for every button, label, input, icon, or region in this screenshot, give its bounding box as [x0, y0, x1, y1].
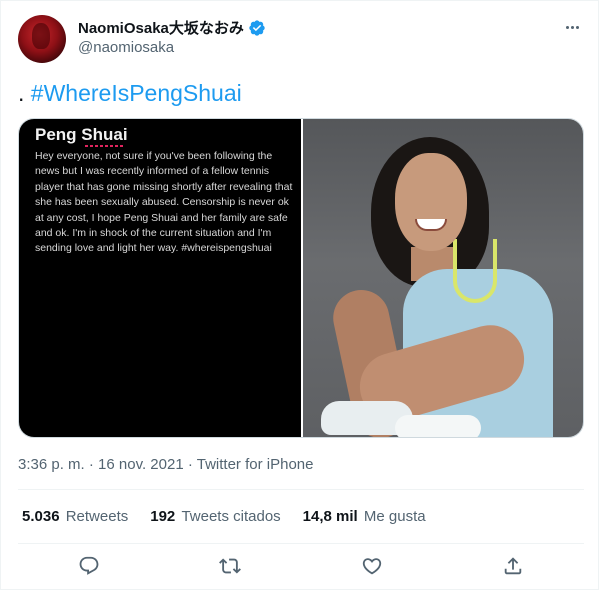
quotes-count: 192	[150, 508, 176, 525]
share-button[interactable]	[495, 554, 531, 582]
divider	[18, 543, 584, 544]
tweet-actions	[18, 553, 584, 583]
spellcheck-underline	[85, 145, 125, 147]
retweets-stat[interactable]: 5.036 Retweets	[22, 508, 128, 525]
tweet-stats: 5.036 Retweets 192 Tweets citados 14,8 m…	[22, 508, 426, 525]
photo-shoe-second	[395, 415, 481, 437]
quotes-label: Tweets citados	[181, 508, 281, 525]
retweets-label: Retweets	[65, 508, 129, 525]
tweet-meta: 3:36 p. m. · 16 nov. 2021 · Twitter for …	[18, 456, 313, 473]
author-display-name[interactable]: NaomiOsaka大坂なおみ	[78, 17, 244, 38]
like-button[interactable]	[354, 554, 390, 582]
share-icon	[502, 555, 524, 582]
tweet-text: . #WhereIsPengShuai	[18, 79, 242, 107]
tweet-media[interactable]: Peng Shuai Hey everyone, not sure if you…	[18, 118, 584, 438]
tweet-source[interactable]: Twitter for iPhone	[197, 456, 314, 473]
likes-count: 14,8 mil	[302, 508, 358, 525]
photo-collar	[453, 239, 497, 303]
photo-face	[395, 153, 467, 251]
divider	[18, 489, 584, 490]
verified-badge-icon	[248, 19, 266, 37]
tweet-time[interactable]: 3:36 p. m.	[18, 456, 85, 473]
retweet-icon	[219, 555, 242, 582]
statement-body: Hey everyone, not sure if you've been fo…	[35, 150, 293, 255]
tweet-card: NaomiOsaka大坂なおみ @naomiosaka . #WhereIsPe…	[0, 0, 599, 590]
media-image-statement[interactable]: Peng Shuai Hey everyone, not sure if you…	[19, 119, 301, 437]
more-options-icon[interactable]	[562, 17, 582, 37]
meta-separator: ·	[84, 456, 99, 473]
hashtag-link[interactable]: #WhereIsPengShuai	[31, 80, 242, 106]
tweet-date[interactable]: 16 nov. 2021	[98, 456, 184, 473]
avatar[interactable]	[18, 15, 66, 63]
tweet-text-prefix: .	[18, 80, 31, 106]
meta-separator-2: ·	[183, 456, 197, 473]
likes-stat[interactable]: 14,8 mil Me gusta	[303, 508, 426, 525]
quotes-stat[interactable]: 192 Tweets citados	[150, 508, 280, 525]
media-image-photo[interactable]	[303, 119, 583, 437]
retweet-button[interactable]	[212, 554, 248, 582]
reply-icon	[78, 555, 100, 582]
author-handle[interactable]: @naomiosaka	[78, 39, 174, 56]
author-name-row: NaomiOsaka大坂なおみ	[78, 17, 266, 38]
retweets-count: 5.036	[22, 508, 60, 525]
likes-label: Me gusta	[363, 508, 426, 525]
reply-button[interactable]	[71, 554, 107, 582]
statement-title: Peng Shuai	[35, 125, 128, 144]
like-icon	[361, 555, 383, 582]
